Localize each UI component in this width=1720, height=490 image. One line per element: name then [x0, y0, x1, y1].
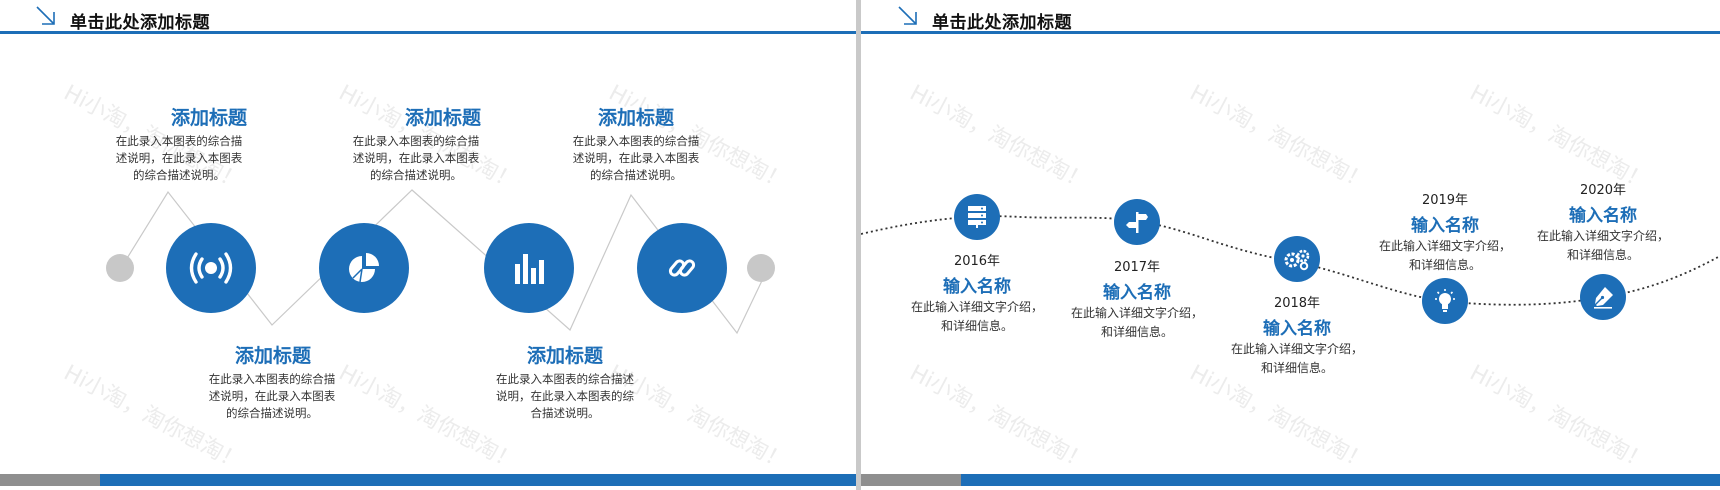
footer-bar-blue	[961, 474, 1720, 486]
timeline-description[interactable]: 在此输入详细文字介绍，和详细信息。	[1375, 237, 1515, 275]
timeline-name[interactable]: 输入名称	[1057, 278, 1217, 303]
bar-chart-icon	[515, 254, 544, 284]
feature-circle[interactable]	[319, 223, 409, 313]
timeline-name[interactable]: 输入名称	[1365, 211, 1525, 236]
timeline-description[interactable]: 在此输入详细文字介绍，和详细信息。	[1067, 304, 1207, 342]
item-heading[interactable]: 添加标题	[470, 341, 660, 368]
item-description[interactable]: 在此录入本图表的综合描述说明，在此录入本图表的综合描述说明。	[494, 371, 636, 422]
zigzag-connector	[120, 189, 769, 335]
timeline-description[interactable]: 在此输入详细文字介绍，和详细信息。	[907, 298, 1047, 336]
feature-circle[interactable]	[484, 223, 574, 313]
timeline-name[interactable]: 输入名称	[897, 272, 1057, 297]
timeline-description[interactable]: 在此输入详细文字介绍，和详细信息。	[1533, 227, 1673, 265]
feature-circle[interactable]	[166, 223, 256, 313]
item-description[interactable]: 在此录入本图表的综合描述说明，在此录入本图表的综合描述说明。	[204, 371, 340, 422]
timeline-node[interactable]	[1274, 236, 1320, 282]
footer-bar-gray	[0, 474, 100, 486]
slide-1: 单击此处添加标题 Hi小淘，淘你想淘！ Hi小淘，淘你想淘！ Hi小淘，淘你想淘…	[0, 0, 856, 490]
link-icon	[668, 259, 696, 277]
timeline-name[interactable]: 输入名称	[1217, 314, 1377, 339]
feature-circle[interactable]	[637, 223, 727, 313]
footer-bar-gray	[861, 474, 961, 486]
footer-bar-blue	[100, 474, 856, 486]
timeline-node[interactable]	[1422, 278, 1468, 324]
timeline-name[interactable]: 输入名称	[1523, 201, 1683, 226]
item-description[interactable]: 在此录入本图表的综合描述说明，在此录入本图表的综合描述说明。	[568, 133, 704, 184]
timeline-year[interactable]: 2018年	[1237, 292, 1357, 311]
timeline-node[interactable]	[1114, 199, 1160, 245]
item-description[interactable]: 在此录入本图表的综合描述说明，在此录入本图表的综合描述说明。	[111, 133, 247, 184]
gears-icon	[1284, 249, 1310, 271]
pen-icon	[1594, 287, 1613, 309]
timeline-description[interactable]: 在此输入详细文字介绍，和详细信息。	[1227, 340, 1367, 378]
timeline-node[interactable]	[1580, 274, 1626, 320]
lightbulb-icon	[1435, 289, 1455, 312]
gray-endpoint-right	[747, 254, 775, 282]
item-description[interactable]: 在此录入本图表的综合描述说明，在此录入本图表的综合描述说明。	[348, 133, 484, 184]
item-heading[interactable]: 添加标题	[541, 103, 731, 130]
timeline-node[interactable]	[954, 194, 1000, 240]
pie-chart-icon	[349, 253, 379, 283]
broadcast-icon	[189, 252, 233, 284]
timeline-year[interactable]: 2016年	[917, 250, 1037, 269]
server-icon	[968, 206, 986, 228]
timeline-year[interactable]: 2020年	[1543, 179, 1663, 198]
timeline-year[interactable]: 2019年	[1385, 189, 1505, 208]
signpost-icon	[1126, 212, 1148, 233]
gray-endpoint-left	[106, 254, 134, 282]
item-heading[interactable]: 添加标题	[348, 103, 538, 130]
item-heading[interactable]: 添加标题	[114, 103, 304, 130]
slide-2: 单击此处添加标题 Hi小淘，淘你想淘！ Hi小淘，淘你想淘！ Hi小淘，淘你想淘…	[861, 0, 1720, 490]
item-heading[interactable]: 添加标题	[178, 341, 368, 368]
timeline-year[interactable]: 2017年	[1077, 256, 1197, 275]
